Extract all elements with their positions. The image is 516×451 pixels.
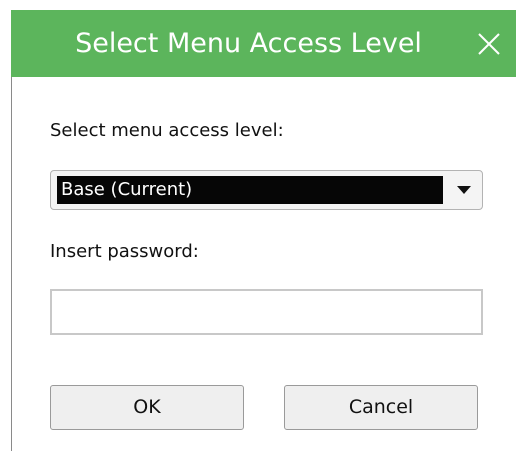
ok-button[interactable]: OK	[50, 385, 244, 430]
chevron-down-icon	[457, 186, 471, 194]
access-level-label: Select menu access level:	[50, 120, 284, 141]
dialog-left-border	[11, 77, 12, 451]
access-level-selected-value: Base (Current)	[57, 176, 443, 204]
dialog-title: Select Menu Access Level	[75, 28, 422, 59]
access-level-select[interactable]: Base (Current)	[50, 170, 483, 210]
close-button[interactable]	[474, 24, 504, 64]
title-bar: Select Menu Access Level	[11, 10, 516, 77]
password-input[interactable]	[50, 289, 483, 335]
access-level-dialog: Select Menu Access Level Select menu acc…	[0, 0, 516, 451]
close-icon	[478, 33, 500, 55]
password-label: Insert password:	[50, 241, 199, 262]
cancel-button[interactable]: Cancel	[284, 385, 478, 430]
